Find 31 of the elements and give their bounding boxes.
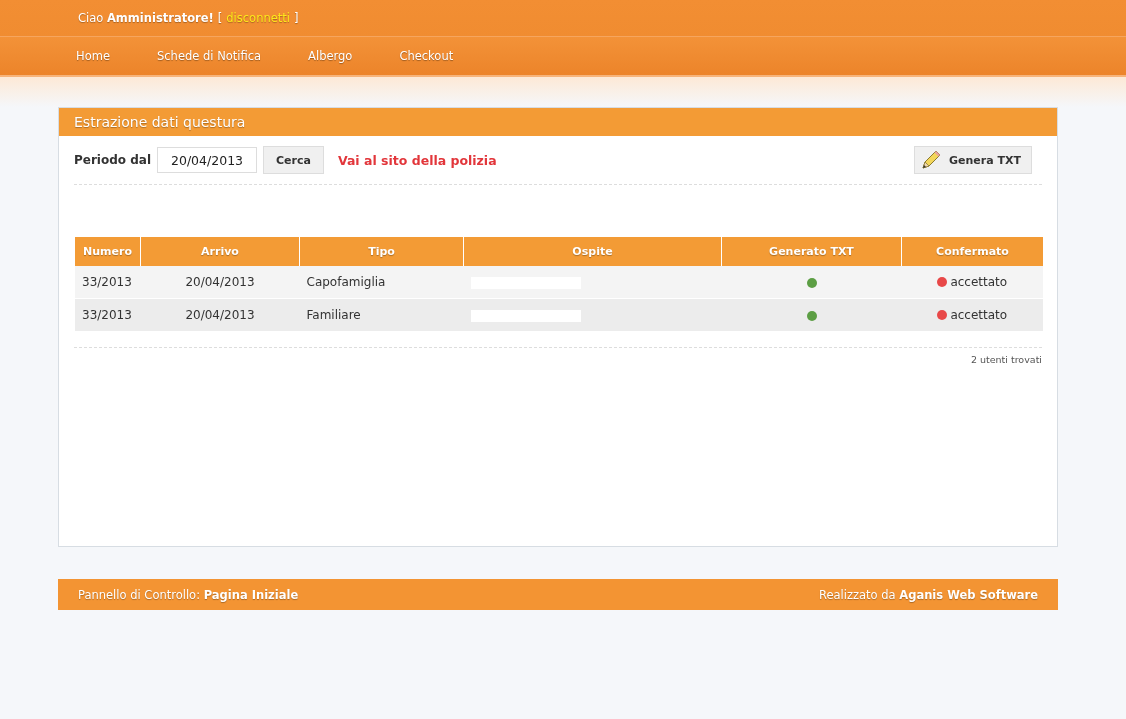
status-text: accettato	[950, 274, 1008, 289]
generate-txt-button[interactable]: Genera TXT	[914, 146, 1032, 174]
logout-link[interactable]: disconnetti	[226, 11, 290, 25]
column-header: Confermato	[901, 237, 1043, 266]
search-button[interactable]: Cerca	[263, 146, 324, 174]
footer-credit-text: Realizzato da Aganis Web Software	[818, 587, 1038, 602]
table-cell: 33/2013	[75, 266, 141, 299]
table-cell: Familiare	[299, 298, 464, 331]
nav-link[interactable]: Checkout	[399, 49, 454, 63]
bracket-close: ]	[294, 11, 299, 25]
column-header: Ospite	[463, 237, 722, 266]
date-field[interactable]: 20/04/2013	[157, 147, 258, 173]
table-cell: 20/04/2013	[140, 266, 300, 299]
table-cell: 20/04/2013	[140, 298, 300, 331]
column-header: Arrivo	[140, 237, 300, 266]
table-cell: 33/2013	[75, 298, 141, 331]
status-text: accettato	[950, 307, 1008, 322]
panel-title: Estrazione dati questura	[59, 108, 1057, 136]
column-header: Tipo	[299, 237, 464, 266]
period-label: Periodo dal	[74, 153, 152, 167]
column-header: Numero	[75, 237, 141, 266]
nav-link[interactable]: Home	[76, 49, 110, 63]
footer-page-text: Pannello di Controllo: Pagina Iniziale	[78, 587, 299, 602]
greeting-text: Ciao Amministratore!	[78, 11, 214, 25]
bracket-open: [	[217, 11, 223, 25]
police-site-link[interactable]: Vai al sito della polizia	[337, 152, 497, 168]
nav-link[interactable]: Schede di Notifica	[156, 49, 262, 63]
nav-link[interactable]: Albergo	[308, 49, 353, 63]
column-header: Generato TXT	[721, 237, 902, 266]
result-count: 2 utenti trovati	[74, 347, 1042, 365]
table-cell: Capofamiglia	[299, 266, 464, 299]
